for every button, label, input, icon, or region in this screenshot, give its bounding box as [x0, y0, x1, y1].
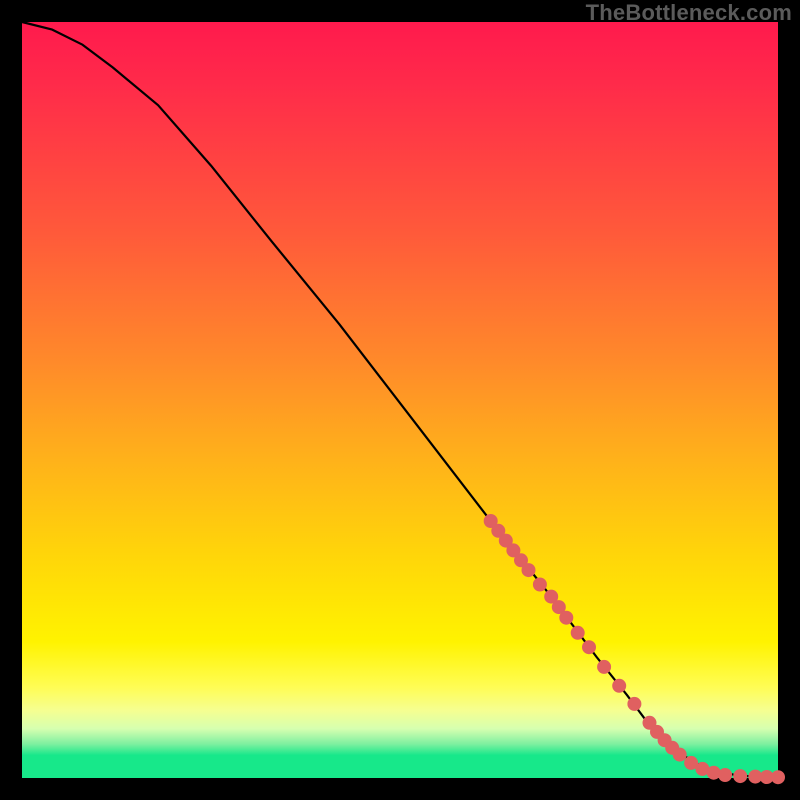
- marker-point: [772, 771, 785, 784]
- bottleneck-curve: [22, 22, 778, 777]
- marker-point: [707, 766, 720, 779]
- marker-point: [583, 641, 596, 654]
- marker-point: [522, 564, 535, 577]
- marker-point: [613, 679, 626, 692]
- marker-point: [734, 770, 747, 783]
- marker-point: [571, 626, 584, 639]
- marker-point: [628, 697, 641, 710]
- marker-point: [560, 611, 573, 624]
- marker-group: [484, 515, 784, 784]
- marker-point: [598, 660, 611, 673]
- plot-area: [22, 22, 778, 778]
- marker-point: [673, 748, 686, 761]
- chart-svg: [22, 22, 778, 778]
- chart-frame: TheBottleneck.com: [0, 0, 800, 800]
- marker-point: [719, 769, 732, 782]
- marker-point: [533, 578, 546, 591]
